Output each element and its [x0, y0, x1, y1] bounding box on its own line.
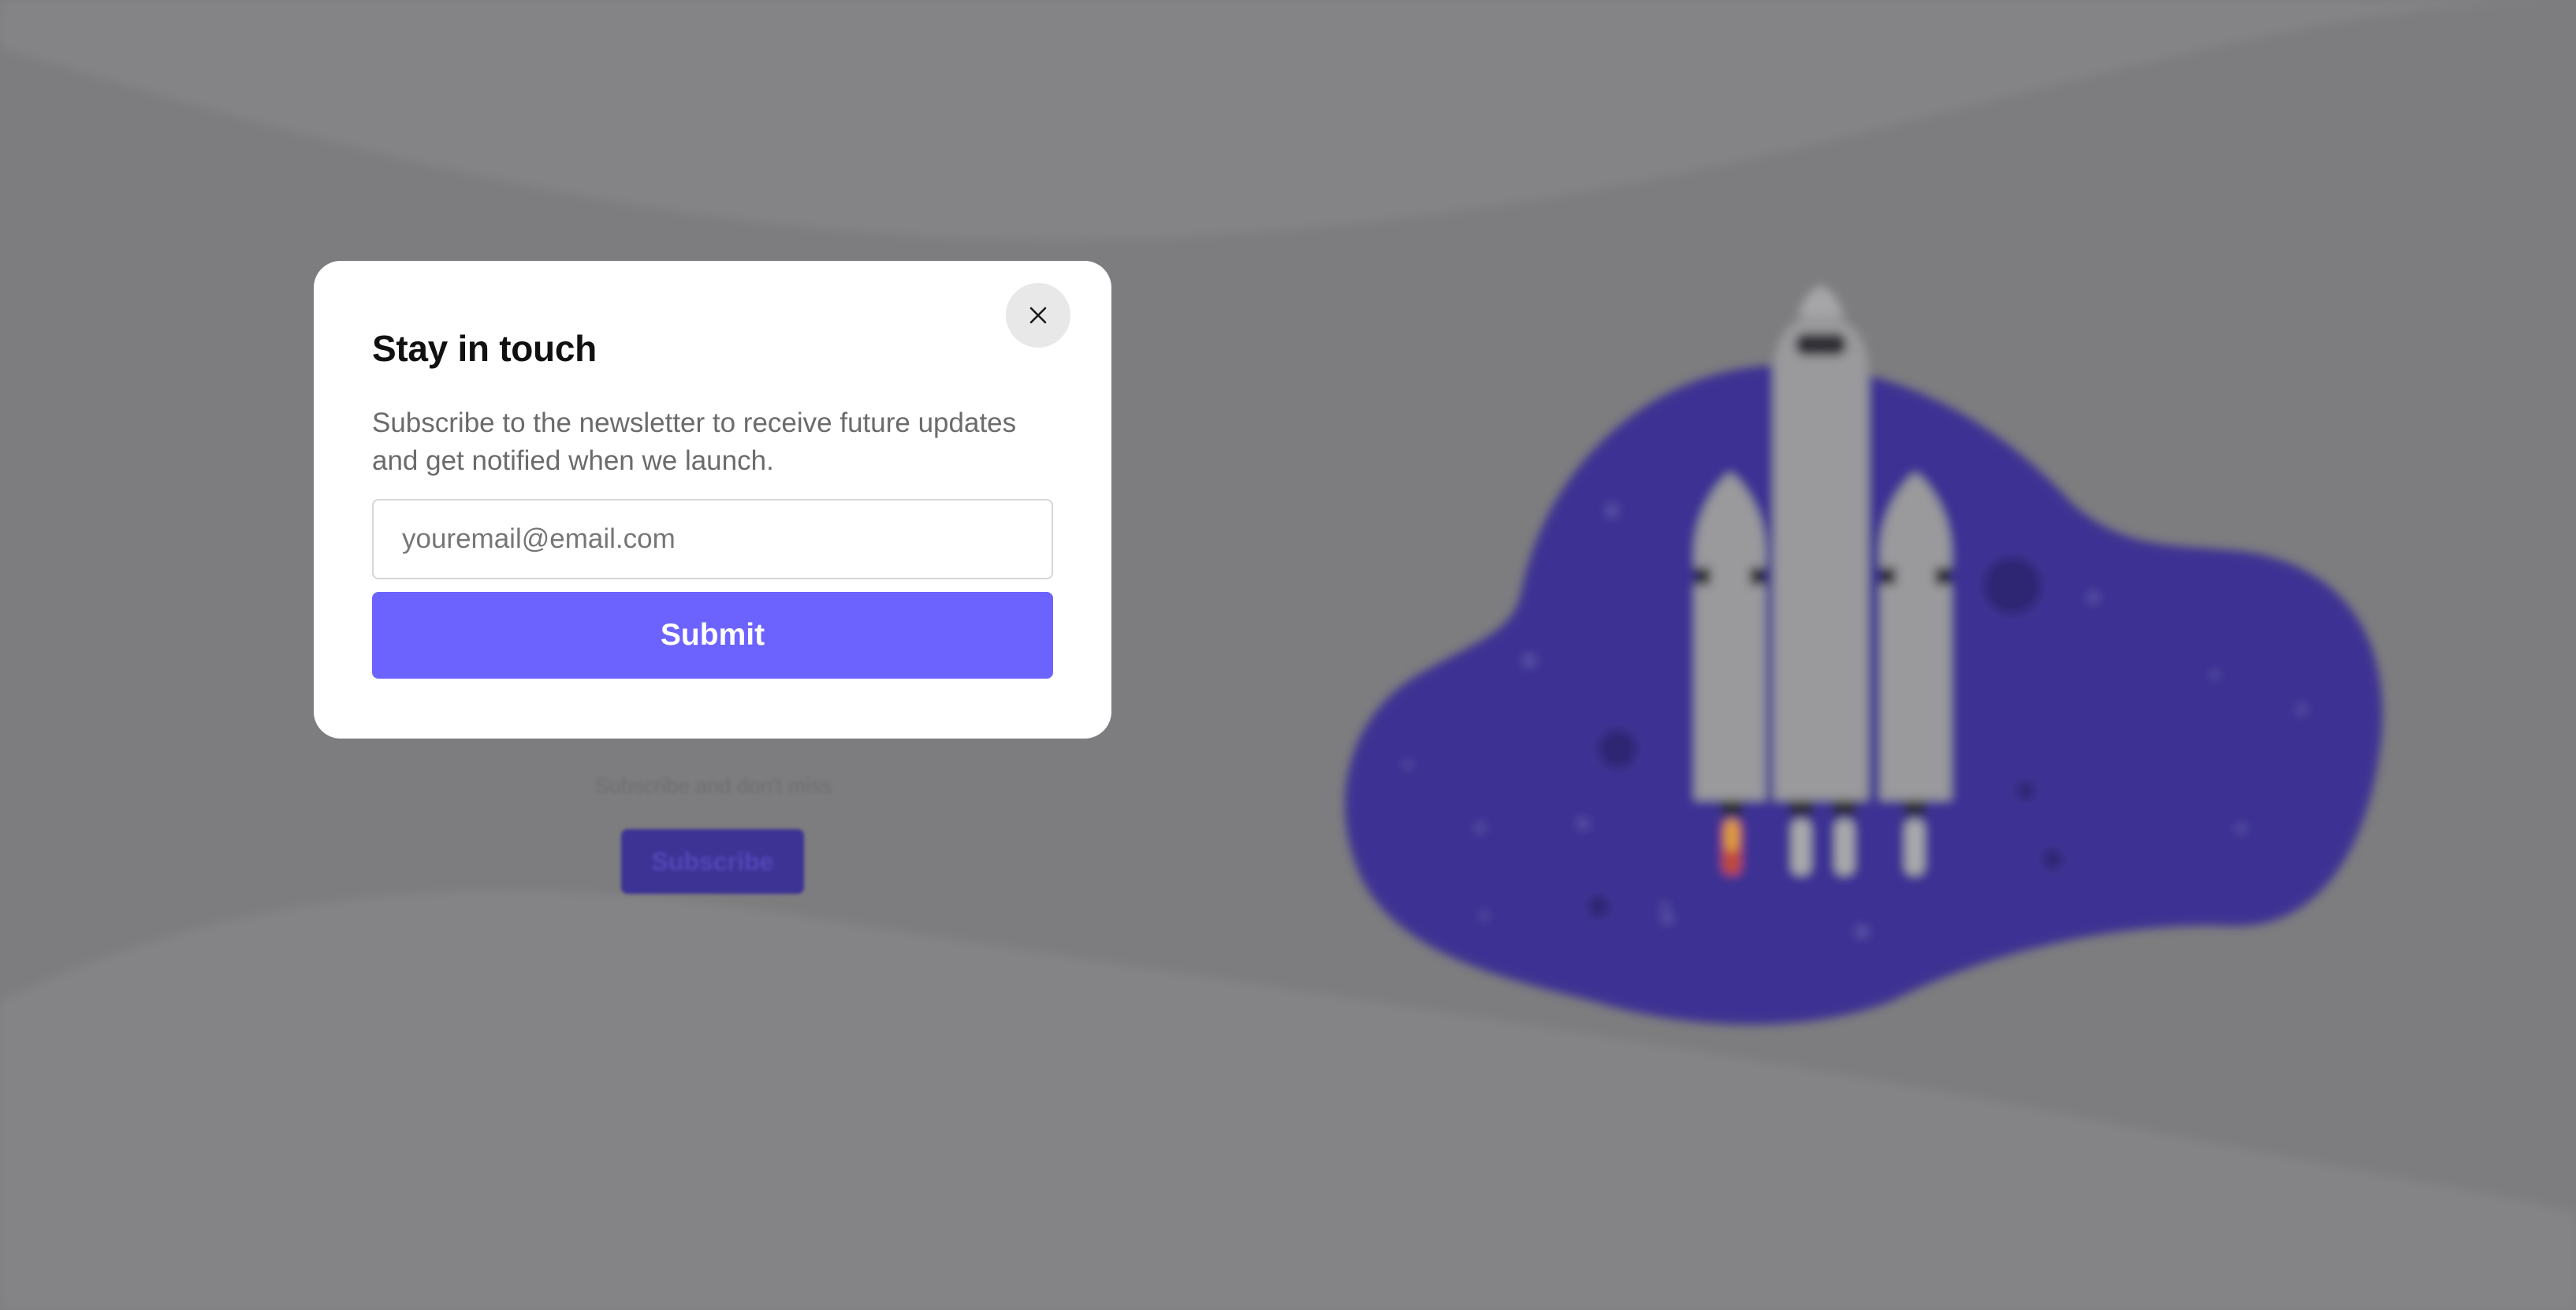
top-wave: [0, 0, 2576, 240]
email-input[interactable]: [372, 499, 1053, 579]
bottom-wave: [0, 891, 2576, 1310]
close-icon: [1029, 307, 1047, 324]
submit-button[interactable]: Submit: [372, 592, 1053, 679]
modal-title: Stay in touch: [372, 328, 597, 369]
modal-description: Subscribe to the newsletter to receive f…: [372, 408, 1017, 476]
close-button[interactable]: [1006, 283, 1070, 348]
background-subtitle: Subscribe and don't miss: [594, 774, 832, 798]
newsletter-modal: Stay in touch Subscribe to the newslette…: [314, 261, 1111, 739]
background-subscribe-button: Subscribe: [621, 829, 804, 894]
